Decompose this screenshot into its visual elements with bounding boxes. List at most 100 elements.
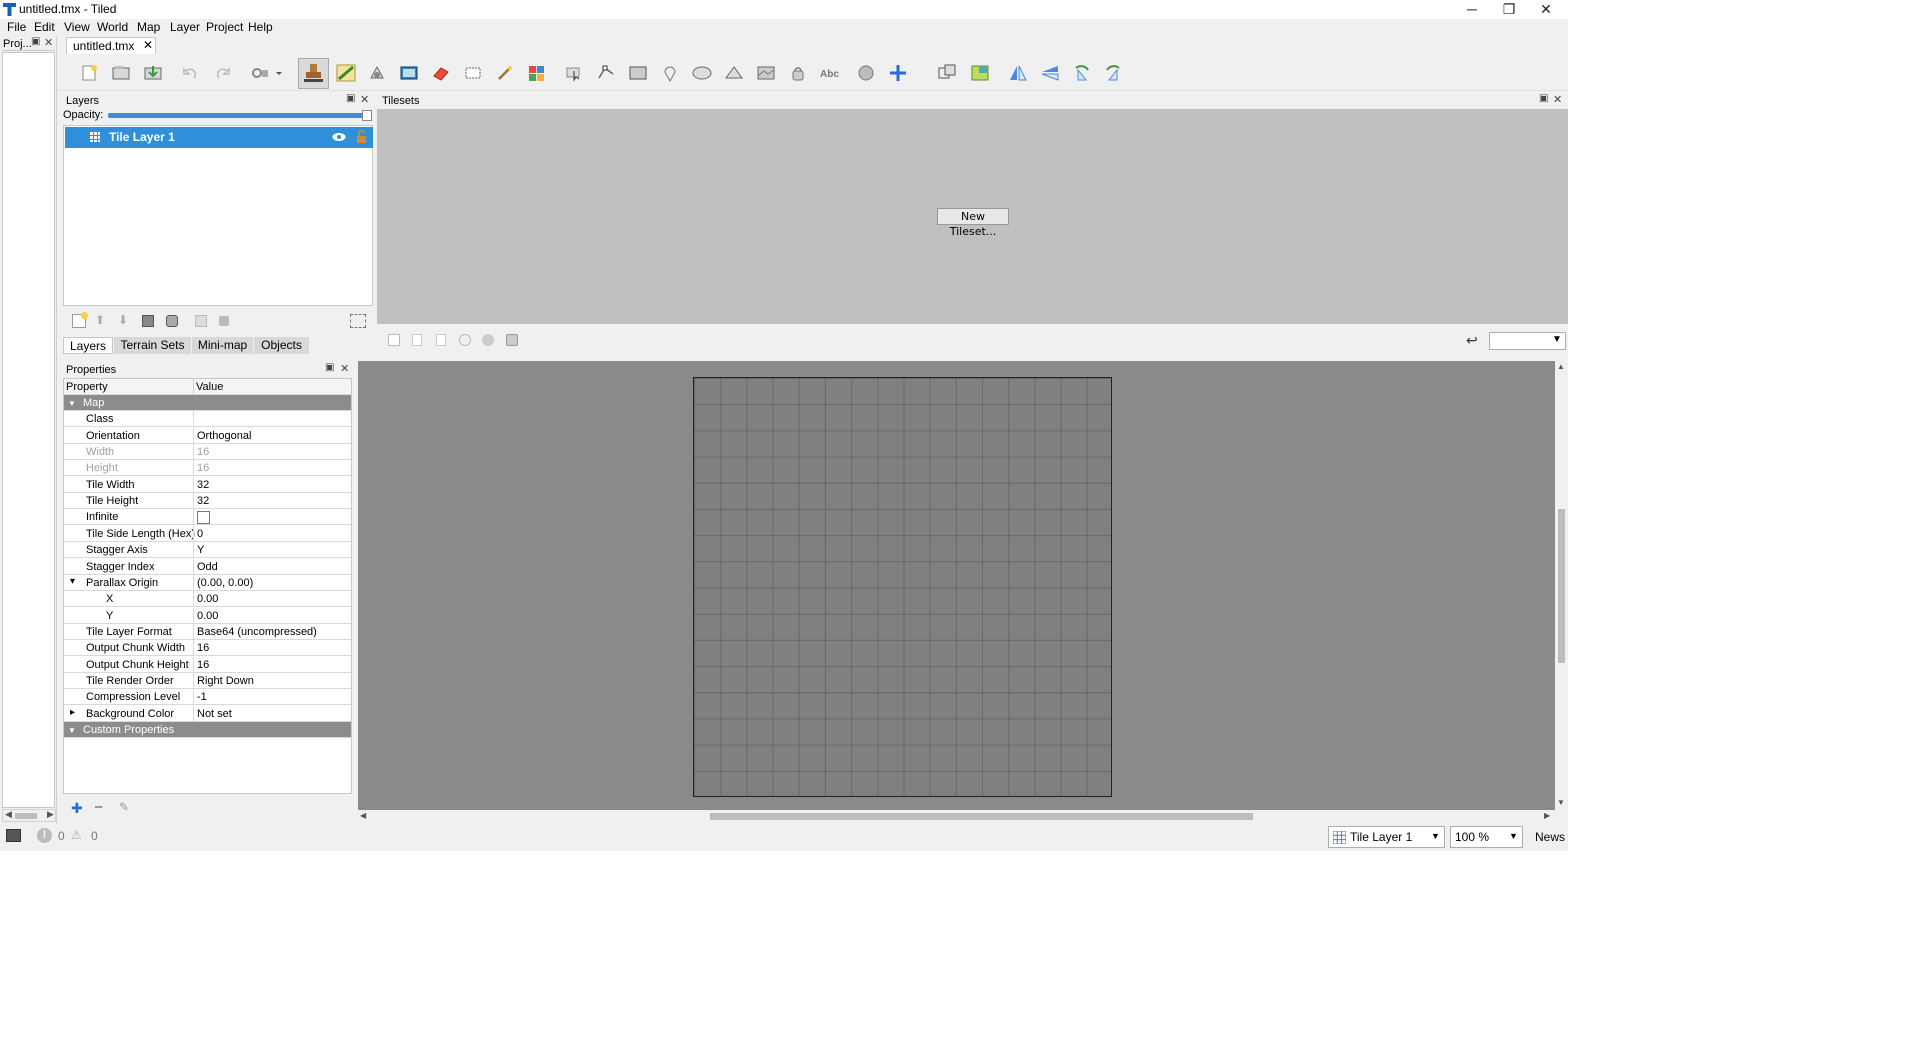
insert-tile-icon[interactable] bbox=[756, 64, 776, 82]
menu-file[interactable]: File bbox=[7, 20, 26, 34]
property-row[interactable]: Tile Render Order Right Down bbox=[64, 673, 351, 689]
property-value[interactable]: 16 bbox=[197, 642, 209, 654]
property-value[interactable]: (0.00, 0.00) bbox=[197, 577, 253, 589]
expand-arrow-icon[interactable]: ▸ bbox=[70, 707, 75, 718]
property-row[interactable]: Tile Width 32 bbox=[64, 477, 351, 493]
scroll-right-icon[interactable]: ▶ bbox=[47, 809, 54, 820]
edit-tileset-icon[interactable] bbox=[482, 334, 494, 346]
command-icon[interactable] bbox=[250, 64, 270, 82]
visibility-eye-icon[interactable] bbox=[332, 132, 346, 142]
property-value[interactable]: Orthogonal bbox=[197, 430, 251, 442]
map-hscrollbar[interactable]: ◀ ▶ bbox=[358, 810, 1555, 823]
property-row[interactable]: Stagger Axis Y bbox=[64, 542, 351, 558]
property-row[interactable]: Output Chunk Height 16 bbox=[64, 657, 351, 673]
menu-edit[interactable]: Edit bbox=[34, 20, 55, 34]
duplicate-layer-icon[interactable] bbox=[142, 315, 154, 327]
menu-world[interactable]: World bbox=[97, 20, 128, 34]
menu-help[interactable]: Help bbox=[248, 20, 273, 34]
expand-arrow-icon[interactable]: ▼ bbox=[68, 726, 76, 735]
property-row[interactable]: X 0.00 bbox=[64, 591, 351, 607]
stamp-brush-icon[interactable] bbox=[298, 58, 329, 89]
magic-wand-icon[interactable] bbox=[495, 64, 515, 82]
select-objects-icon[interactable] bbox=[564, 64, 584, 82]
property-value[interactable]: 32 bbox=[197, 495, 209, 507]
scroll-left-icon[interactable]: ◀ bbox=[360, 811, 366, 820]
property-row[interactable]: Y 0.00 bbox=[64, 608, 351, 624]
property-value[interactable]: Y bbox=[197, 544, 204, 556]
map-canvas[interactable] bbox=[693, 377, 1112, 797]
float-icon[interactable]: ▣ bbox=[1539, 93, 1548, 104]
float-icon[interactable]: ▣ bbox=[346, 93, 355, 104]
new-tileset-button[interactable]: New Tileset... bbox=[937, 208, 1009, 238]
property-row[interactable]: Parallax Origin ▾ (0.00, 0.00) bbox=[64, 575, 351, 591]
column-header-value[interactable]: Value bbox=[196, 381, 223, 393]
property-row[interactable]: Stagger Index Odd bbox=[64, 559, 351, 575]
rotate-right-icon[interactable] bbox=[1103, 64, 1123, 82]
insert-ellipse-icon[interactable] bbox=[692, 64, 712, 82]
property-value[interactable]: 0.00 bbox=[197, 610, 218, 622]
property-row[interactable]: Infinite bbox=[64, 509, 351, 525]
embed-tileset-icon[interactable] bbox=[412, 334, 422, 346]
close-window-button[interactable]: ✕ bbox=[1528, 0, 1564, 19]
layer-offset-icon[interactable] bbox=[856, 64, 876, 82]
rotate-left-icon[interactable] bbox=[1072, 64, 1092, 82]
flip-vertical-icon[interactable] bbox=[1040, 64, 1060, 82]
rectangular-select-icon[interactable] bbox=[463, 64, 483, 82]
move-icon[interactable] bbox=[888, 64, 908, 82]
property-value[interactable]: Not set bbox=[197, 708, 232, 720]
float-icon[interactable]: ▣ bbox=[31, 36, 40, 47]
tileset-properties-icon[interactable] bbox=[459, 334, 471, 346]
layer-row[interactable]: Tile Layer 1 bbox=[65, 127, 373, 148]
property-group-row[interactable]: ▼ Map bbox=[64, 395, 351, 411]
tab-objects[interactable]: Objects bbox=[254, 337, 309, 354]
opacity-slider[interactable] bbox=[108, 113, 372, 118]
raise-layer-icon[interactable]: ⬆ bbox=[95, 313, 105, 327]
close-tab-icon[interactable]: ✕ bbox=[143, 38, 153, 52]
highlight-layer-icon[interactable] bbox=[350, 314, 366, 328]
lock-layer-icon[interactable] bbox=[219, 316, 229, 326]
infinite-checkbox[interactable] bbox=[197, 511, 210, 524]
close-icon[interactable]: ✕ bbox=[1553, 93, 1562, 106]
error-icon[interactable]: ! bbox=[37, 828, 52, 843]
warning-icon[interactable]: ⚠ bbox=[71, 828, 82, 842]
insert-rectangle-icon[interactable] bbox=[628, 64, 648, 82]
property-row[interactable]: Orientation Orthogonal bbox=[64, 428, 351, 444]
add-property-icon[interactable]: ✚ bbox=[71, 800, 83, 817]
chevron-down-icon[interactable] bbox=[274, 64, 284, 82]
zoom-select[interactable]: 100 % ▼ bbox=[1450, 826, 1523, 848]
eraser-icon[interactable] bbox=[431, 64, 451, 82]
news-button[interactable]: News bbox=[1535, 830, 1565, 844]
column-header-property[interactable]: Property bbox=[66, 381, 108, 393]
insert-template-icon[interactable] bbox=[788, 64, 808, 82]
menu-map[interactable]: Map bbox=[137, 20, 160, 34]
current-layer-select[interactable]: Tile Layer 1 ▼ bbox=[1328, 826, 1445, 848]
scroll-thumb[interactable] bbox=[1558, 509, 1565, 663]
project-tree[interactable] bbox=[2, 52, 55, 808]
wang-fill-mode-icon[interactable] bbox=[970, 64, 990, 82]
menu-project[interactable]: Project bbox=[206, 20, 243, 34]
new-tileset-icon[interactable] bbox=[388, 334, 400, 346]
property-value[interactable]: 0 bbox=[197, 528, 203, 540]
new-map-icon[interactable] bbox=[80, 64, 100, 82]
property-value[interactable]: 16 bbox=[197, 446, 209, 458]
tab-layers[interactable]: Layers bbox=[63, 337, 113, 354]
flip-horizontal-icon[interactable] bbox=[1008, 64, 1028, 82]
expand-arrow-icon[interactable]: ▾ bbox=[70, 576, 75, 587]
scroll-thumb[interactable] bbox=[15, 813, 37, 819]
expand-arrow-icon[interactable]: ▼ bbox=[68, 399, 76, 408]
property-value[interactable]: 16 bbox=[197, 659, 209, 671]
property-row[interactable]: Width 16 bbox=[64, 444, 351, 460]
open-icon[interactable] bbox=[111, 64, 131, 82]
select-same-tile-icon[interactable] bbox=[527, 64, 547, 82]
scroll-left-icon[interactable]: ◀ bbox=[5, 809, 12, 820]
insert-point-icon[interactable] bbox=[660, 64, 680, 83]
property-row[interactable]: Tile Layer Format Base64 (uncompressed) bbox=[64, 624, 351, 640]
lower-layer-icon[interactable]: ⬇ bbox=[118, 313, 128, 327]
property-value[interactable]: 32 bbox=[197, 479, 209, 491]
close-icon[interactable]: ✕ bbox=[340, 362, 349, 375]
property-row[interactable]: Height 16 bbox=[64, 460, 351, 476]
console-icon[interactable] bbox=[6, 829, 21, 842]
insert-polygon-icon[interactable] bbox=[724, 64, 744, 82]
random-mode-icon[interactable] bbox=[937, 64, 957, 82]
rename-property-icon[interactable]: ✎ bbox=[119, 800, 129, 814]
